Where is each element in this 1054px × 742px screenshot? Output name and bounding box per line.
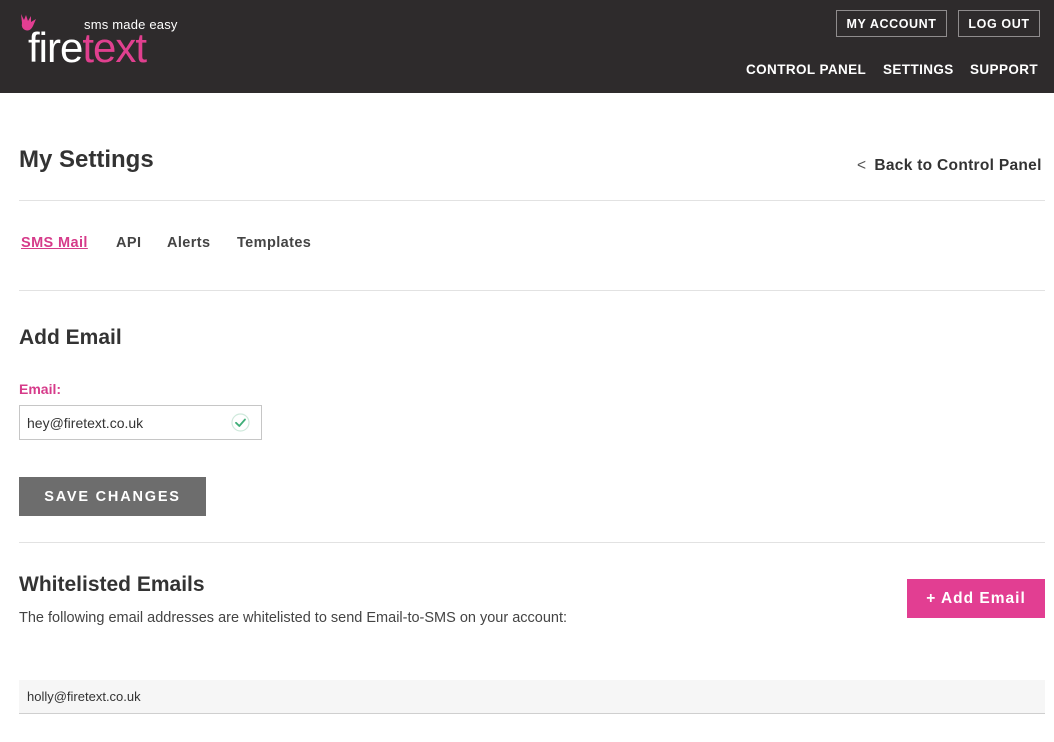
site-header: sms made easy firetext MY ACCOUNT LOG OU… bbox=[0, 0, 1054, 93]
page-title: My Settings bbox=[19, 146, 154, 173]
add-email-button[interactable]: + Add Email bbox=[907, 579, 1045, 618]
back-to-control-panel-link[interactable]: < Back to Control Panel bbox=[857, 157, 1042, 175]
tab-api[interactable]: API bbox=[116, 235, 141, 251]
whitelisted-email: holly@firetext.co.uk bbox=[27, 689, 141, 704]
logo-word-fire: fire bbox=[28, 24, 83, 71]
log-out-button[interactable]: LOG OUT bbox=[958, 10, 1040, 37]
nav-support[interactable]: SUPPORT bbox=[970, 62, 1038, 78]
whitelisted-emails-heading: Whitelisted Emails bbox=[19, 573, 205, 596]
nav-settings[interactable]: SETTINGS bbox=[883, 62, 954, 78]
tab-alerts[interactable]: Alerts bbox=[167, 235, 211, 251]
check-circle-icon bbox=[231, 413, 250, 432]
whitelist-description: The following email addresses are whitel… bbox=[19, 610, 568, 626]
list-item[interactable]: holly@firetext.co.uk bbox=[19, 680, 1045, 714]
logo-word-text: text bbox=[82, 24, 147, 71]
email-label: Email: bbox=[19, 381, 62, 397]
nav-control-panel[interactable]: CONTROL PANEL bbox=[746, 62, 866, 78]
back-link-label: Back to Control Panel bbox=[874, 157, 1042, 174]
divider bbox=[19, 290, 1045, 291]
save-changes-button[interactable]: SAVE CHANGES bbox=[19, 477, 206, 516]
tab-templates[interactable]: Templates bbox=[237, 235, 311, 251]
tab-sms-mail[interactable]: SMS Mail bbox=[21, 235, 88, 251]
divider bbox=[19, 200, 1045, 201]
add-email-heading: Add Email bbox=[19, 326, 122, 349]
chevron-left-icon: < bbox=[857, 157, 867, 174]
email-field-wrapper bbox=[19, 405, 262, 440]
logo-wordmark: firetext bbox=[28, 24, 147, 72]
divider bbox=[19, 542, 1045, 543]
email-input[interactable] bbox=[20, 406, 225, 439]
firetext-logo[interactable]: sms made easy firetext bbox=[18, 10, 188, 72]
my-account-button[interactable]: MY ACCOUNT bbox=[836, 10, 947, 37]
